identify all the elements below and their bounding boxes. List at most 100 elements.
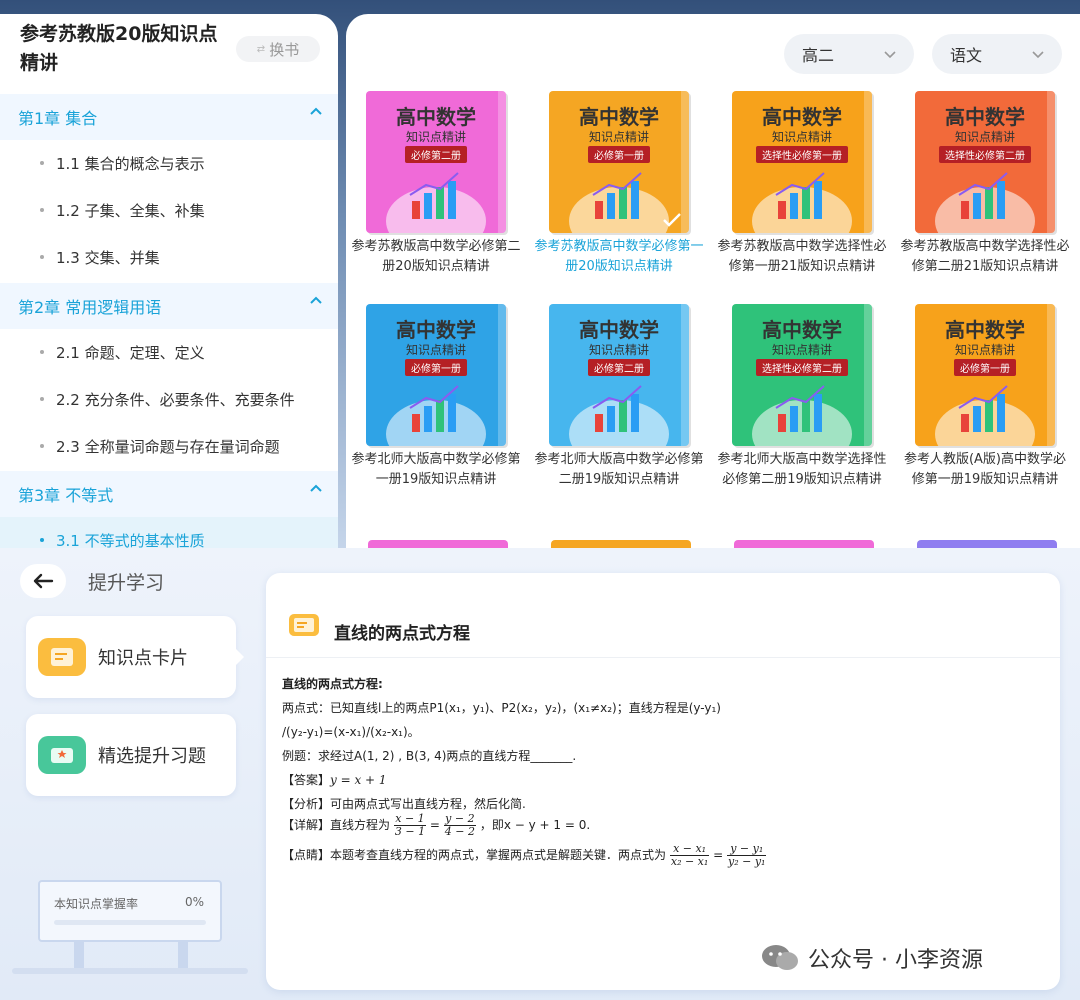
- cover-title: 高中数学: [945, 318, 1025, 342]
- book-cover[interactable]: 高中数学 知识点精讲 必修第二册: [549, 304, 689, 446]
- cover-title: 高中数学: [579, 105, 659, 129]
- section-item[interactable]: 1.3 交集、并集: [0, 234, 338, 281]
- mastery-board: 本知识点掌握率 0%: [38, 880, 222, 942]
- book-name: 参考北师大版高中数学必修第二册19版知识点精讲: [534, 452, 704, 487]
- chevron-up-icon: [310, 296, 322, 304]
- swap-icon: ⇄: [256, 43, 266, 55]
- study-screen: 提升学习 知识点卡片 精选提升习题 本知识点掌握率 0% 直线的两点式方程 直线…: [0, 548, 1080, 1000]
- cover-subtitle: 知识点精讲: [771, 343, 832, 357]
- knowledge-card: 直线的两点式方程 直线的两点式方程: 两点式：已知直线l上的两点P1(x₁，y₁…: [266, 573, 1060, 990]
- note-line: 【点睛】本题考查直线方程的两点式，掌握两点式是解题关键．两点式为 x − x₁ x…: [282, 842, 767, 868]
- book-name: 参考苏教版高中数学必修第一册20版知识点精讲: [534, 239, 704, 274]
- cover-subtitle: 知识点精讲: [588, 343, 649, 357]
- section-label: 2.1 命题、定理、定义: [56, 344, 205, 362]
- card-title: 直线的两点式方程: [334, 624, 470, 644]
- example-line: 例题：求经过A(1, 2) , B(3, 4)两点的直线方程_______.: [282, 749, 577, 763]
- switch-book-label: 换书: [269, 40, 300, 59]
- chapter-3[interactable]: 第3章 不等式: [0, 471, 338, 517]
- back-button[interactable]: [20, 564, 66, 598]
- book-cover[interactable]: 高中数学 知识点精讲 必修第一册: [549, 91, 689, 233]
- book-cover[interactable]: 高中数学 知识点精讲 必修第一册: [366, 304, 506, 446]
- board-ground: [12, 968, 248, 974]
- book-name: 参考人教版(A版)高中数学必修第一册19版知识点精讲: [903, 452, 1067, 487]
- cover-art-icon: [569, 385, 669, 446]
- cover-subtitle: 知识点精讲: [954, 130, 1015, 144]
- book-cover-partial[interactable]: [734, 540, 874, 548]
- section-label: 2.2 充分条件、必要条件、充要条件: [56, 391, 295, 409]
- cover-title: 高中数学: [762, 318, 842, 342]
- book-cover-partial[interactable]: [917, 540, 1057, 548]
- section-item[interactable]: 2.2 充分条件、必要条件、充要条件: [0, 376, 338, 423]
- book-cover[interactable]: 高中数学 知识点精讲 选择性必修第二册: [915, 91, 1055, 233]
- chevron-up-icon: [310, 484, 322, 492]
- chapter-1[interactable]: 第1章 集合: [0, 94, 338, 140]
- mastery-progress-bar: [54, 920, 206, 925]
- chapter-label: 第3章 不等式: [18, 486, 114, 505]
- section-label: 1.2 子集、全集、补集: [56, 202, 205, 220]
- page-title: 提升学习: [88, 572, 165, 594]
- cover-art-icon: [386, 385, 486, 446]
- section-item[interactable]: 1.1 集合的概念与表示: [0, 140, 338, 187]
- bullet-dot: [40, 397, 44, 401]
- cover-title: 高中数学: [579, 318, 659, 342]
- cover-art-icon: [935, 385, 1035, 446]
- book-selector-screen: 参考苏教版20版知识点精讲 ⇄ 换书 第1章 集合 1.1 集合的概念与表示 1…: [0, 0, 1080, 548]
- toc-panel: 参考苏教版20版知识点精讲 ⇄ 换书 第1章 集合 1.1 集合的概念与表示 1…: [0, 14, 338, 548]
- section-item[interactable]: 2.1 命题、定理、定义: [0, 329, 338, 376]
- cover-art-icon: [752, 385, 852, 446]
- book-grid-panel: 高二 语文 高中数学 知识点精讲 必修第二册 参考苏教版高中数学必修第二册20版知识点…: [346, 14, 1080, 548]
- section-label: 3.1 不等式的基本性质: [56, 532, 205, 548]
- cover-subtitle: 知识点精讲: [954, 343, 1015, 357]
- cover-title: 高中数学: [396, 318, 476, 342]
- subject-dropdown[interactable]: 语文: [932, 34, 1062, 74]
- cards-icon: [38, 638, 86, 676]
- book-cover-partial[interactable]: [551, 540, 691, 548]
- content-heading: 直线的两点式方程:: [282, 677, 383, 691]
- section-label: 1.1 集合的概念与表示: [56, 155, 205, 173]
- divider: [266, 657, 1060, 658]
- book-name: 参考苏教版高中数学选择性必修第一册21版知识点精讲: [717, 239, 887, 274]
- grade-dropdown[interactable]: 高二: [784, 34, 914, 74]
- exercise-book-icon: [38, 736, 86, 774]
- book-cover[interactable]: 高中数学 知识点精讲 选择性必修第二册: [732, 304, 872, 446]
- mastery-label: 本知识点掌握率: [54, 897, 139, 911]
- tab-label: 知识点卡片: [98, 648, 188, 669]
- book-name: 参考苏教版高中数学选择性必修第二册21版知识点精讲: [900, 239, 1070, 274]
- book-cover-partial[interactable]: [368, 540, 508, 548]
- detail-line: 【详解】直线方程为 x − 13 − 1 = y − 24 − 2 ，即x − …: [282, 812, 591, 838]
- chevron-down-icon: [1032, 51, 1044, 59]
- section-item-active[interactable]: 3.1 不等式的基本性质: [0, 517, 338, 548]
- card-title-icon: [289, 614, 319, 636]
- chevron-down-icon: [884, 51, 896, 59]
- knowledge-cards-tab[interactable]: 知识点卡片: [26, 616, 244, 698]
- chapter-2[interactable]: 第2章 常用逻辑用语: [0, 283, 338, 329]
- cover-art-icon: [752, 172, 852, 233]
- switch-book-button[interactable]: ⇄ 换书: [236, 36, 320, 62]
- bullet-dot: [40, 208, 44, 212]
- book-cover[interactable]: 高中数学 知识点精讲 必修第二册: [366, 91, 506, 233]
- cover-title: 高中数学: [762, 105, 842, 129]
- book-title: 参考苏教版20版知识点精讲: [20, 23, 218, 74]
- book-cover[interactable]: 高中数学 知识点精讲 必修第一册: [915, 304, 1055, 446]
- cover-subtitle: 知识点精讲: [588, 130, 649, 144]
- answer-line: 【答案】y = x + 1: [282, 773, 387, 787]
- bullet-dot: [40, 444, 44, 448]
- cover-subtitle: 知识点精讲: [405, 130, 466, 144]
- check-icon: [663, 213, 681, 227]
- section-label: 2.3 全称量词命题与存在量词命题: [56, 438, 280, 456]
- book-name: 参考北师大版高中数学必修第一册19版知识点精讲: [351, 452, 521, 487]
- watermark-text: 公众号 · 小李资源: [808, 948, 983, 973]
- toc-header: 参考苏教版20版知识点精讲 ⇄ 换书: [0, 14, 338, 94]
- cover-subtitle: 知识点精讲: [771, 130, 832, 144]
- book-name: 参考北师大版高中数学选择性必修第二册19版知识点精讲: [717, 452, 887, 487]
- analysis-line: 【分析】可由两点式写出直线方程，然后化简.: [282, 797, 526, 811]
- active-pointer: [236, 649, 244, 665]
- exercises-tab[interactable]: 精选提升习题: [26, 714, 236, 796]
- chapter-label: 第2章 常用逻辑用语: [18, 298, 162, 317]
- section-item[interactable]: 2.3 全称量词命题与存在量词命题: [0, 423, 338, 470]
- section-item[interactable]: 1.2 子集、全集、补集: [0, 187, 338, 234]
- bullet-dot: [40, 255, 44, 259]
- cover-title: 高中数学: [396, 105, 476, 129]
- cover-art-icon: [386, 172, 486, 233]
- book-cover[interactable]: 高中数学 知识点精讲 选择性必修第一册: [732, 91, 872, 233]
